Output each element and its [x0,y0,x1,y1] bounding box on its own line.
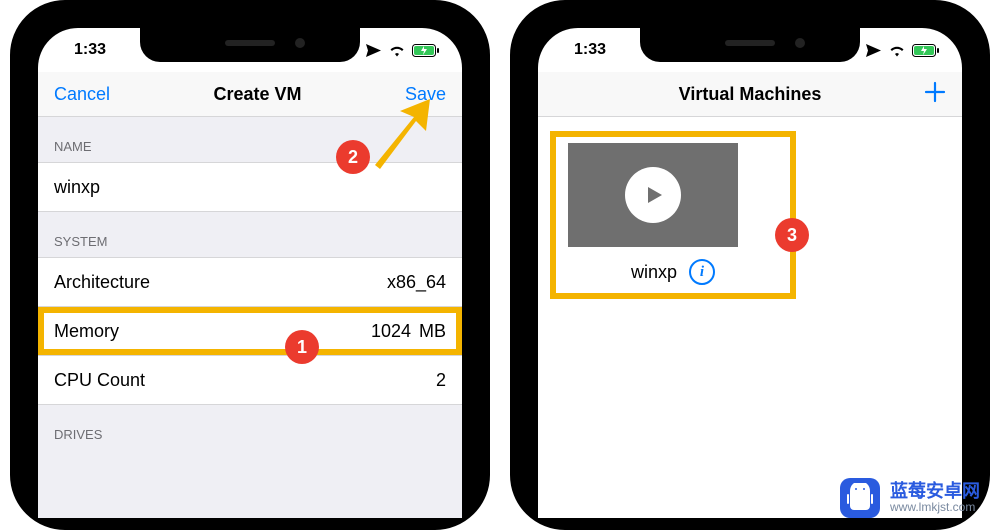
vm-grid: winxp i [538,117,962,313]
watermark-logo-icon [840,478,880,518]
vm-name: winxp [631,262,677,283]
info-icon[interactable]: i [689,259,715,285]
phone-notch [640,28,860,62]
status-time: 1:33 [560,41,606,59]
cpu-label: CPU Count [54,370,145,391]
play-icon [625,167,681,223]
vm-card[interactable]: winxp i [550,131,796,299]
airplane-icon [865,42,882,59]
page-title: Virtual Machines [679,84,822,105]
annotation-badge-3: 3 [775,218,809,252]
airplane-icon [365,42,382,59]
cpu-value: 2 [436,370,446,391]
architecture-label: Architecture [54,272,150,293]
memory-unit: MB [419,321,446,341]
architecture-row[interactable]: Architecture x86_64 [38,257,462,307]
cancel-button[interactable]: Cancel [54,84,110,105]
phone-left: 1:33 Cancel Create VM Save NAME winxp [10,0,490,530]
name-value: winxp [54,177,100,198]
architecture-value: x86_64 [387,272,446,293]
status-icons [365,42,440,59]
battery-charging-icon [412,44,440,57]
watermark-url: www.lmkjst.com [890,501,980,514]
vm-card-label-row: winxp i [568,259,778,285]
navbar: Virtual Machines [538,72,962,117]
memory-value: 1024 [371,321,411,341]
annotation-arrow-icon [360,95,440,175]
phone-screen: 1:33 Virtual Machines [538,28,962,518]
watermark-title: 蓝莓安卓网 [890,482,980,502]
phone-bezel: 1:33 Virtual Machines [510,0,990,530]
battery-charging-icon [912,44,940,57]
section-header-drives: DRIVES [38,405,462,450]
add-vm-button[interactable] [924,80,946,108]
watermark: 蓝莓安卓网 www.lmkjst.com [840,478,980,518]
section-header-system: SYSTEM [38,212,462,257]
watermark-text: 蓝莓安卓网 www.lmkjst.com [890,482,980,515]
phone-bezel: 1:33 Cancel Create VM Save NAME winxp [10,0,490,530]
vm-thumbnail[interactable] [568,143,738,247]
phone-right: 1:33 Virtual Machines [510,0,990,530]
memory-label: Memory [54,321,119,342]
phone-notch [140,28,360,62]
page-title: Create VM [213,84,301,105]
plus-icon [924,81,946,103]
wifi-icon [888,44,906,57]
memory-value-wrap: 1024 MB [363,321,446,342]
wifi-icon [388,44,406,57]
annotation-badge-1: 1 [285,330,319,364]
memory-row[interactable]: Memory 1024 MB [38,307,462,356]
annotation-badge-2: 2 [336,140,370,174]
status-icons [865,42,940,59]
form: NAME winxp SYSTEM Architecture x86_64 Me… [38,117,462,518]
cpu-row[interactable]: CPU Count 2 [38,356,462,405]
status-time: 1:33 [60,41,106,59]
